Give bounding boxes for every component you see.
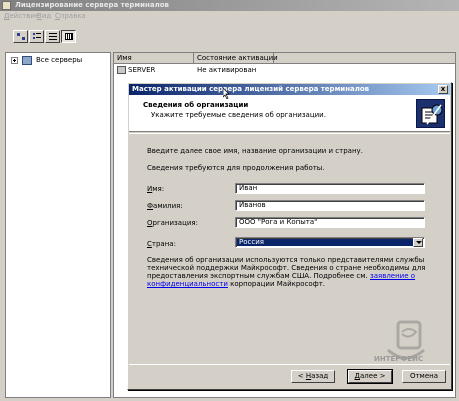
server-tree[interactable]: Все серверы (5, 52, 111, 398)
menu-help-label: правка (59, 12, 86, 20)
window-title: Лицензирование сервера терминалов (15, 1, 169, 9)
list-view-button[interactable] (45, 30, 60, 43)
country-selected-value: Россия (237, 239, 413, 246)
servers-folder-icon (22, 56, 32, 65)
dialog-title-bar[interactable]: Мастер активации сервера лицензий сервер… (129, 84, 450, 95)
required-text: Сведения требуются для продолжения работ… (147, 164, 325, 172)
large-icons-view-button[interactable] (13, 30, 28, 43)
dialog-title: Мастер активации сервера лицензий сервер… (132, 85, 370, 93)
surname-label-text: амилия: (153, 202, 183, 210)
menu-help[interactable]: Справка (55, 11, 86, 22)
small-icons-view-button[interactable] (29, 30, 44, 43)
intro-text: Введите далее свое имя, название организ… (147, 147, 363, 155)
menu-view-label: ид (41, 12, 52, 20)
next-button-label: алее > (360, 372, 386, 380)
surname-field[interactable]: Иванов (235, 200, 425, 211)
details-view-icon (65, 33, 73, 40)
close-button[interactable]: x (438, 85, 448, 94)
back-button-label: азад (311, 372, 329, 380)
menu-view[interactable]: Вид (37, 11, 51, 22)
surname-label: Фамилия: (147, 202, 183, 210)
country-select[interactable]: Россия (235, 237, 425, 248)
activation-wizard-dialog: Мастер активации сервера лицензий сервер… (127, 82, 452, 390)
privacy-notice: Сведения об организации используются тол… (147, 256, 427, 288)
organization-label-text: рганизация: (152, 219, 198, 227)
server-name-cell: SERVER (128, 66, 156, 74)
wizard-page-subtitle: Укажите требуемые сведения об организаци… (151, 111, 326, 119)
mouse-cursor-icon (223, 88, 230, 99)
back-button-arrow: < (297, 372, 306, 380)
list-header: Имя Состояние активации (114, 53, 455, 64)
name-label: Имя: (147, 185, 164, 193)
activation-status-cell: Не активирован (197, 66, 257, 74)
name-label-text: мя: (152, 185, 165, 193)
wizard-page-title: Сведения об организации (143, 101, 249, 109)
wizard-header: Сведения об организации Укажите требуемы… (129, 95, 450, 132)
menu-bar: Действие Вид Справка (0, 11, 459, 22)
privacy-notice-tail: корпорации Майкрософт. (227, 280, 326, 288)
details-view-button[interactable] (61, 30, 76, 43)
organization-field[interactable]: ООО "Рога и Копыта" (235, 217, 425, 228)
button-divider (129, 364, 450, 365)
app-icon (2, 1, 11, 10)
large-icons-view-icon (17, 33, 25, 40)
list-view-icon (49, 33, 57, 40)
back-button[interactable]: < Назад (291, 370, 335, 383)
name-field[interactable]: Иван (235, 183, 425, 194)
next-button[interactable]: Далее > (347, 369, 393, 384)
wizard-icon (416, 99, 445, 128)
organization-label: Организация: (147, 219, 198, 227)
country-label-text: трана: (151, 240, 176, 248)
window-title-bar[interactable]: Лицензирование сервера терминалов (0, 0, 459, 11)
tree-item-all-servers[interactable]: Все серверы (36, 56, 82, 64)
small-icons-view-icon (33, 33, 41, 39)
menu-action[interactable]: Действие (4, 11, 39, 22)
table-row[interactable]: SERVER Не активирован (114, 65, 455, 75)
tree-expand-icon[interactable] (11, 57, 18, 64)
server-icon (117, 66, 126, 74)
toolbar (0, 29, 459, 47)
column-header-activation-status[interactable]: Состояние активации (194, 53, 278, 64)
header-divider (129, 133, 450, 134)
column-header-name[interactable]: Имя (114, 53, 194, 64)
country-label: Страна: (147, 240, 176, 248)
cancel-button[interactable]: Отмена (402, 370, 446, 383)
chevron-down-icon[interactable] (413, 238, 423, 247)
watermark-text: ИНТЕРФЕЙС (374, 355, 424, 363)
menu-action-label: ействие (9, 12, 40, 20)
